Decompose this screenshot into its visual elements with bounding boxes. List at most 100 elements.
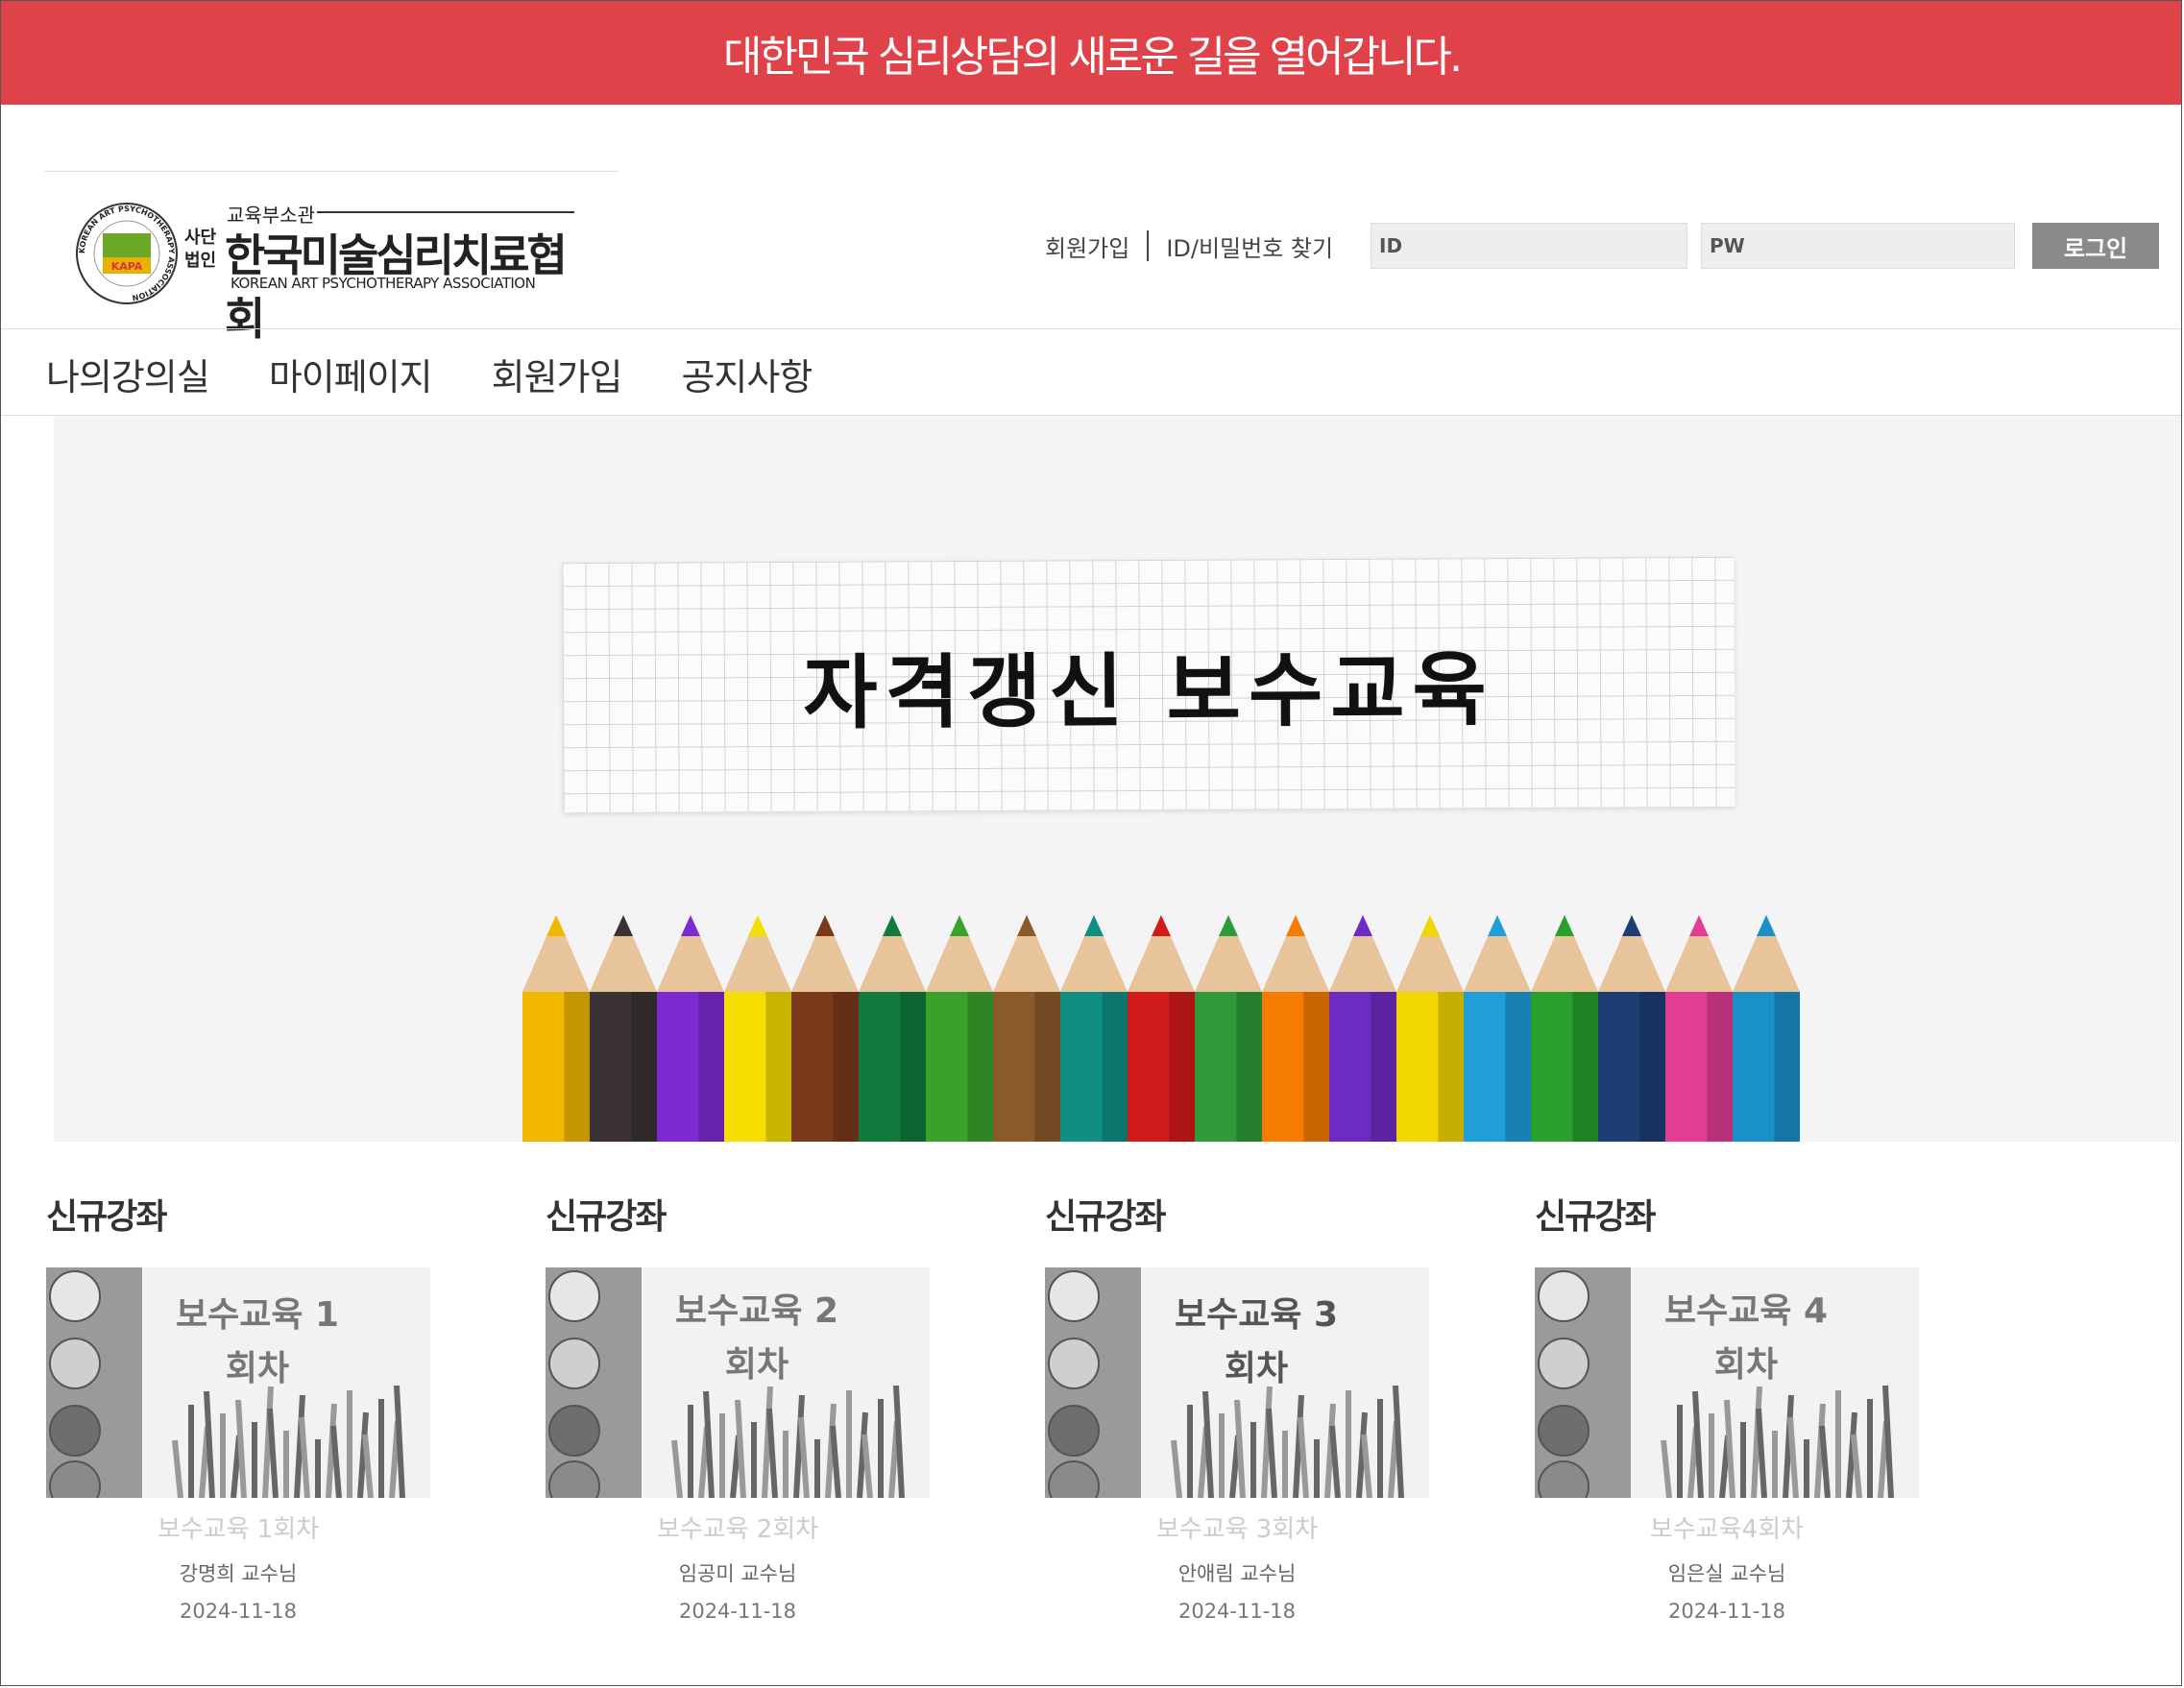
course-label: 신규강좌 — [1045, 1197, 1166, 1237]
paint-well — [548, 1270, 600, 1322]
thumbnail-title: 보수교육 4회차 — [1663, 1291, 1829, 1385]
course-label: 신규강좌 — [1535, 1197, 1656, 1237]
nav-item-my-classroom[interactable]: 나의강의실 — [46, 348, 210, 400]
thumb-pencil — [172, 1439, 183, 1498]
course-thumbnail[interactable]: 보수교육 4회차 — [1535, 1267, 1919, 1498]
main-nav: 나의강의실 마이페이지 회원가입 공지사항 — [46, 348, 871, 400]
course-professor: 안애림 교수님 — [1177, 1562, 1297, 1585]
join-link[interactable]: 회원가입 — [1045, 229, 1129, 263]
thumbnail-title: 보수교육 1회차 — [175, 1295, 340, 1388]
thumb-pencil — [830, 1425, 841, 1498]
thumb-pencil — [1171, 1439, 1182, 1498]
thumb-pencil — [1851, 1434, 1862, 1498]
nav-item-my-page[interactable]: 마이페이지 — [269, 348, 433, 400]
logo-corp: 사단법인 — [184, 228, 217, 271]
logo-english: KOREAN ART PSYCHOTHERAPY ASSOCIATION — [231, 275, 536, 292]
course-thumbnail[interactable]: 보수교육 1회차 — [46, 1267, 430, 1498]
course-card-2[interactable]: 신규강좌 보수교육 2회차 보수교육 2회차 임공미 교수님 2024-11-1… — [546, 1189, 930, 1623]
login-button[interactable]: 로그인 — [2032, 223, 2159, 269]
account-links: 회원가입 ID/비밀번호 찾기 — [1045, 227, 1333, 265]
course-thumbnail[interactable]: 보수교육 3회차 — [1045, 1267, 1429, 1498]
thumb-pencil — [1756, 1408, 1767, 1498]
course-date: 2024-11-18 — [678, 1600, 797, 1623]
thumb-pencil — [1661, 1439, 1672, 1498]
pencil — [1195, 915, 1262, 1142]
course-label: 신규강좌 — [46, 1197, 167, 1237]
pencil — [590, 915, 657, 1142]
thumb-pencil — [1266, 1408, 1277, 1498]
course-title[interactable]: 보수교육 2회차 — [546, 1509, 930, 1545]
logo-pre-line — [317, 211, 574, 213]
thumb-pencil — [1234, 1399, 1246, 1498]
pencil — [791, 915, 859, 1142]
logo-seal-icon: KAPA KOREAN ART PSYCHOTHERAPY ASSOCIATIO… — [76, 203, 178, 304]
thumb-pencil — [330, 1425, 342, 1498]
course-thumbnail[interactable]: 보수교육 2회차 — [546, 1267, 930, 1498]
course-date: 2024-11-18 — [1177, 1600, 1297, 1623]
paint-well — [49, 1270, 101, 1322]
seal-abbr: KAPA — [111, 260, 143, 273]
course-card-3[interactable]: 신규강좌 보수교육 3회차 보수교육 3회차 안애림 교수님 2024-11-1… — [1045, 1189, 1429, 1623]
pencils-illustration — [522, 915, 1800, 1142]
pencil — [1396, 915, 1464, 1142]
course-card-1[interactable]: 신규강좌 보수교육 1회차 보수교육 1회차 강명희 교수님 2024-11-1… — [46, 1189, 430, 1623]
paint-well — [1048, 1338, 1100, 1389]
thumb-pencil — [703, 1390, 715, 1498]
site-logo[interactable]: KAPA KOREAN ART PSYCHOTHERAPY ASSOCIATIO… — [73, 192, 582, 345]
pencil — [1128, 915, 1195, 1142]
course-date: 2024-11-18 — [1667, 1600, 1786, 1623]
hero-title: 자격갱신 보수교육 — [803, 641, 1495, 740]
paint-well — [1048, 1405, 1100, 1457]
thumb-pencil — [1787, 1416, 1799, 1498]
pencil — [522, 915, 590, 1142]
thumb-pencil — [394, 1385, 405, 1498]
pencil — [724, 915, 791, 1142]
link-separator — [1147, 230, 1150, 261]
course-professor: 강명희 교수님 — [179, 1562, 298, 1585]
pencil — [993, 915, 1060, 1142]
thumb-pencil — [671, 1439, 683, 1498]
thumb-pencil — [267, 1408, 279, 1498]
thumb-pencil — [299, 1416, 310, 1498]
id-input[interactable] — [1371, 223, 1687, 269]
thumb-pencil — [893, 1385, 905, 1498]
thumb-pencil — [362, 1434, 374, 1498]
course-professor: 임공미 교수님 — [678, 1562, 797, 1585]
nav-divider-top — [1, 328, 2182, 329]
find-account-link[interactable]: ID/비밀번호 찾기 — [1166, 229, 1333, 263]
thumb-pencil — [1202, 1390, 1214, 1498]
pencil — [1329, 915, 1396, 1142]
hero-banner[interactable]: 자격갱신 보수교육 — [54, 416, 2182, 1142]
paint-well — [1048, 1270, 1100, 1322]
pencil — [1464, 915, 1531, 1142]
password-input[interactable] — [1701, 223, 2015, 269]
course-title[interactable]: 보수교육 1회차 — [46, 1509, 430, 1545]
pencil — [859, 915, 926, 1142]
paint-well — [1538, 1270, 1589, 1322]
course-title[interactable]: 보수교육 3회차 — [1045, 1509, 1429, 1545]
nav-item-join[interactable]: 회원가입 — [492, 348, 623, 400]
course-card-4[interactable]: 신규강좌 보수교육 4회차 보수교육4회차 임은실 교수님 2024-11-18 — [1535, 1189, 1919, 1623]
top-banner: 대한민국 심리상담의 새로운 길을 열어갑니다. — [1, 1, 2182, 105]
thumb-pencil — [1724, 1399, 1735, 1498]
paint-well — [548, 1338, 600, 1389]
pencil — [1598, 915, 1665, 1142]
nav-item-notice[interactable]: 공지사항 — [681, 348, 813, 400]
paint-well — [49, 1405, 101, 1457]
pencil — [1531, 915, 1598, 1142]
thumb-pencil — [1882, 1385, 1894, 1498]
thumbnail-title: 보수교육 2회차 — [674, 1291, 839, 1385]
thumbnail-title: 보수교육 3회차 — [1174, 1295, 1339, 1388]
pencil — [1060, 915, 1128, 1142]
thumb-pencil — [1819, 1425, 1831, 1498]
paint-well — [548, 1405, 600, 1457]
banner-text: 대한민국 심리상담의 새로운 길을 열어갑니다. — [722, 33, 1463, 82]
thumb-pencil — [235, 1399, 247, 1498]
course-title[interactable]: 보수교육4회차 — [1535, 1509, 1919, 1545]
pencil — [657, 915, 724, 1142]
paint-well — [1538, 1405, 1589, 1457]
course-label: 신규강좌 — [546, 1197, 667, 1237]
thumb-pencil — [1361, 1434, 1372, 1498]
thumb-pencil — [798, 1416, 810, 1498]
thumb-pencil — [1298, 1416, 1309, 1498]
